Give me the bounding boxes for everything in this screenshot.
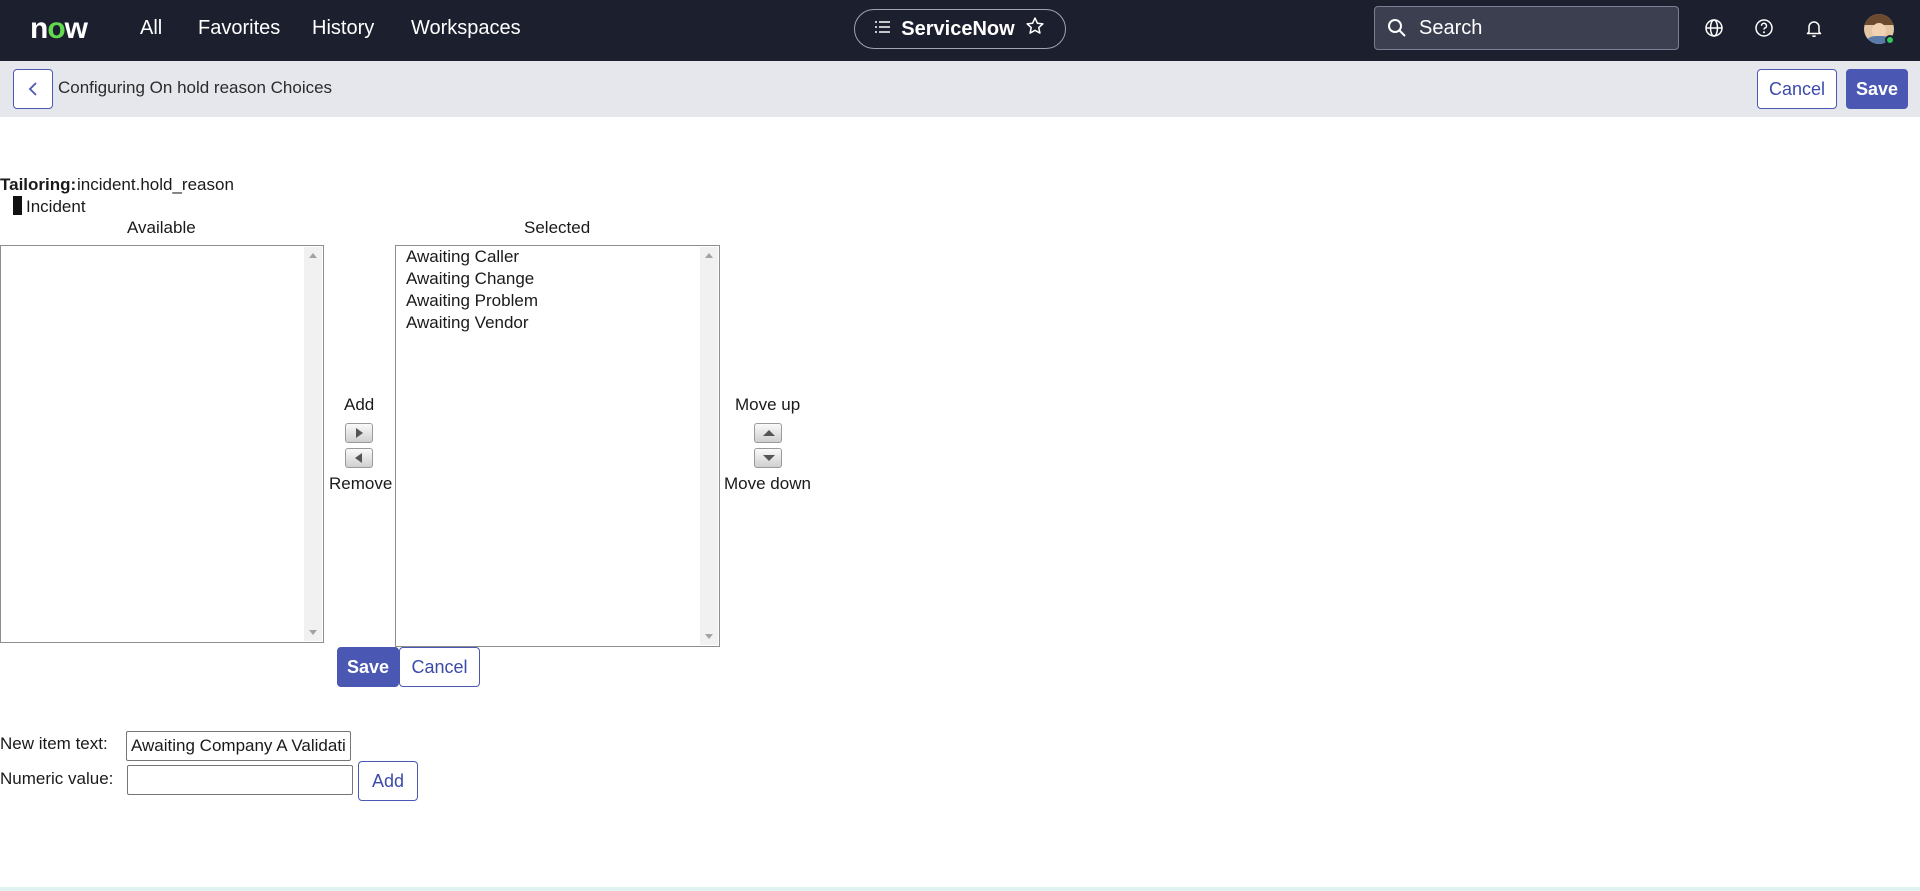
new-item-text-input[interactable]	[126, 731, 351, 761]
move-down-label: Move down	[724, 474, 811, 493]
global-search[interactable]	[1374, 6, 1679, 50]
table-name: Incident	[26, 197, 86, 216]
star-icon[interactable]	[1025, 16, 1045, 42]
top-navigation-bar: now All Favorites History Workspaces Ser…	[0, 0, 1920, 61]
tailoring-value: incident.hold_reason	[77, 175, 234, 194]
available-listbox[interactable]	[0, 245, 324, 643]
remove-arrow-button[interactable]	[345, 448, 373, 468]
nav-workspaces[interactable]: Workspaces	[411, 16, 521, 40]
presence-indicator	[1885, 35, 1895, 45]
selected-option[interactable]: Awaiting Problem	[406, 290, 538, 312]
tailoring-table: Incident	[13, 196, 86, 217]
arrow-right-icon	[356, 428, 363, 438]
selected-scrollbar[interactable]	[700, 247, 718, 645]
add-label: Add	[344, 395, 375, 414]
add-item-button[interactable]: Add	[358, 761, 418, 801]
nav-all[interactable]: All	[140, 16, 162, 40]
cancel-button[interactable]: Cancel	[399, 647, 480, 687]
search-input[interactable]	[1417, 15, 1667, 41]
move-up-button[interactable]	[754, 423, 782, 443]
arrow-left-icon	[355, 453, 362, 463]
app-context-pill[interactable]: ServiceNow	[854, 9, 1066, 49]
nav-history[interactable]: History	[312, 16, 374, 40]
add-arrow-button[interactable]	[345, 423, 373, 443]
app-context-label: ServiceNow	[901, 17, 1015, 40]
numeric-value-label: Numeric value:	[0, 769, 114, 788]
nav-favorites[interactable]: Favorites	[198, 16, 280, 40]
save-button[interactable]: Save	[337, 647, 399, 687]
tailoring-label: Tailoring:	[0, 175, 77, 194]
globe-icon[interactable]	[1704, 18, 1724, 43]
arrow-up-icon	[763, 430, 775, 436]
selected-option[interactable]: Awaiting Caller	[406, 246, 519, 268]
scroll-up-arrow-icon[interactable]	[309, 253, 317, 258]
scroll-up-arrow-icon[interactable]	[705, 253, 713, 258]
page-title: Configuring On hold reason Choices	[58, 78, 333, 97]
selected-heading: Selected	[524, 218, 591, 237]
chevron-left-icon	[28, 82, 37, 96]
servicenow-logo[interactable]: now	[30, 14, 88, 44]
remove-label: Remove	[329, 474, 393, 493]
selected-option[interactable]: Awaiting Change	[406, 268, 534, 290]
back-button[interactable]	[13, 69, 53, 109]
help-icon[interactable]	[1754, 18, 1774, 43]
scroll-down-arrow-icon[interactable]	[309, 630, 317, 635]
header-cancel-button[interactable]: Cancel	[1757, 69, 1837, 109]
form-header: Configuring On hold reason Choices Cance…	[0, 61, 1920, 117]
selected-listbox[interactable]: Awaiting Caller Awaiting Change Awaiting…	[395, 245, 720, 647]
selected-option[interactable]: Awaiting Vendor	[406, 312, 529, 334]
new-item-text-label: New item text:	[0, 734, 108, 753]
list-icon	[875, 20, 891, 38]
bottom-divider	[0, 887, 1920, 891]
move-up-label: Move up	[735, 395, 801, 414]
bell-icon[interactable]	[1804, 18, 1824, 43]
header-save-button[interactable]: Save	[1846, 69, 1908, 109]
available-heading: Available	[127, 218, 196, 237]
marker-icon	[13, 196, 22, 215]
scroll-down-arrow-icon[interactable]	[705, 634, 713, 639]
move-down-button[interactable]	[754, 448, 782, 468]
available-scrollbar[interactable]	[304, 247, 322, 641]
numeric-value-input[interactable]	[127, 765, 353, 795]
search-icon	[1387, 18, 1407, 43]
arrow-down-icon	[763, 455, 775, 461]
